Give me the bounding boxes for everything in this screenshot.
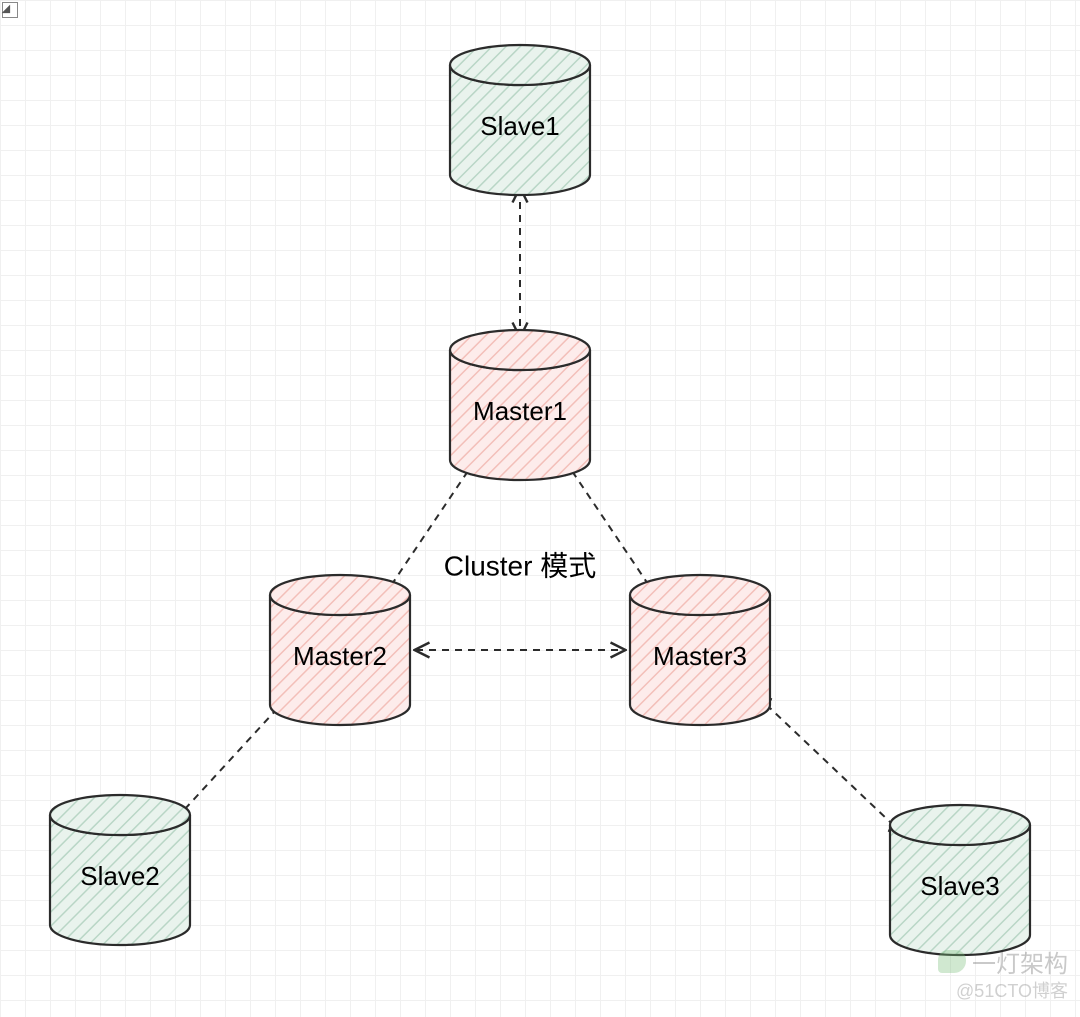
db-node-slave2: Slave2 — [50, 795, 190, 945]
db-node-slave3: Slave3 — [890, 805, 1030, 955]
db-node-master1: Master1 — [450, 330, 590, 480]
diagram-canvas: Slave1Master1Master2Master3Slave2Slave3 … — [0, 0, 1080, 1017]
chat-bubble-icon — [938, 950, 966, 973]
db-node-label-slave1: Slave1 — [480, 111, 560, 141]
diagram-svg: Slave1Master1Master2Master3Slave2Slave3 … — [0, 0, 1080, 1017]
watermark-brand-text: 一灯架构 — [972, 944, 1068, 979]
diagram-title: Cluster 模式 — [444, 550, 596, 581]
db-node-label-master2: Master2 — [293, 641, 387, 671]
watermark-brand: 一灯架构 — [938, 944, 1068, 979]
db-node-slave1: Slave1 — [450, 45, 590, 195]
canvas-resize-handle[interactable] — [2, 2, 18, 18]
edge-master1-master2 — [385, 461, 475, 595]
db-node-label-master3: Master3 — [653, 641, 747, 671]
db-node-master3: Master3 — [630, 575, 770, 725]
watermark-source: @51CTO博客 — [956, 977, 1068, 1003]
db-node-master2: Master2 — [270, 575, 410, 725]
edge-master2-slave2 — [174, 699, 287, 821]
db-node-label-slave2: Slave2 — [80, 861, 160, 891]
db-node-label-master1: Master1 — [473, 396, 567, 426]
db-node-label-slave3: Slave3 — [920, 871, 1000, 901]
edge-master3-slave3 — [757, 696, 903, 835]
edge-master1-master3 — [565, 461, 655, 595]
